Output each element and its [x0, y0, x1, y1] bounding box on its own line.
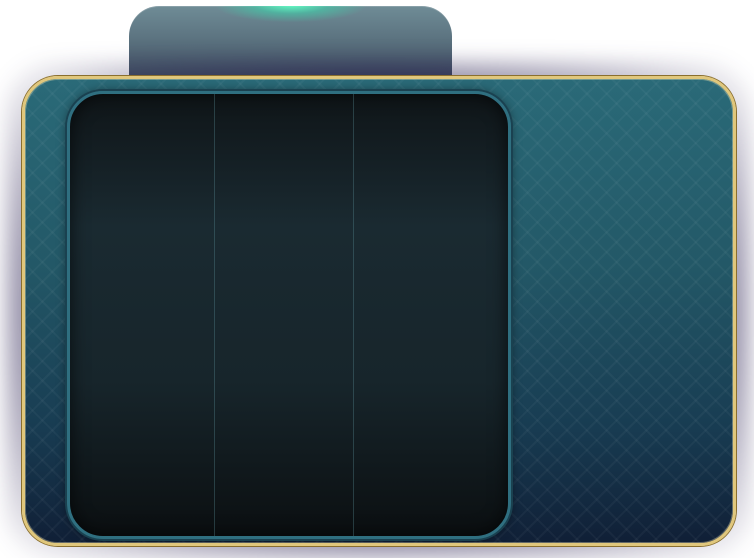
machine-panel: [22, 76, 736, 546]
reel-divider: [214, 94, 215, 536]
reel-1: [70, 94, 214, 536]
reel-window: [67, 91, 511, 539]
game-stage: [0, 0, 754, 558]
reel-2: [214, 94, 353, 536]
reel-3: [353, 94, 508, 536]
header-glow: [215, 6, 366, 22]
reel-divider: [353, 94, 354, 536]
